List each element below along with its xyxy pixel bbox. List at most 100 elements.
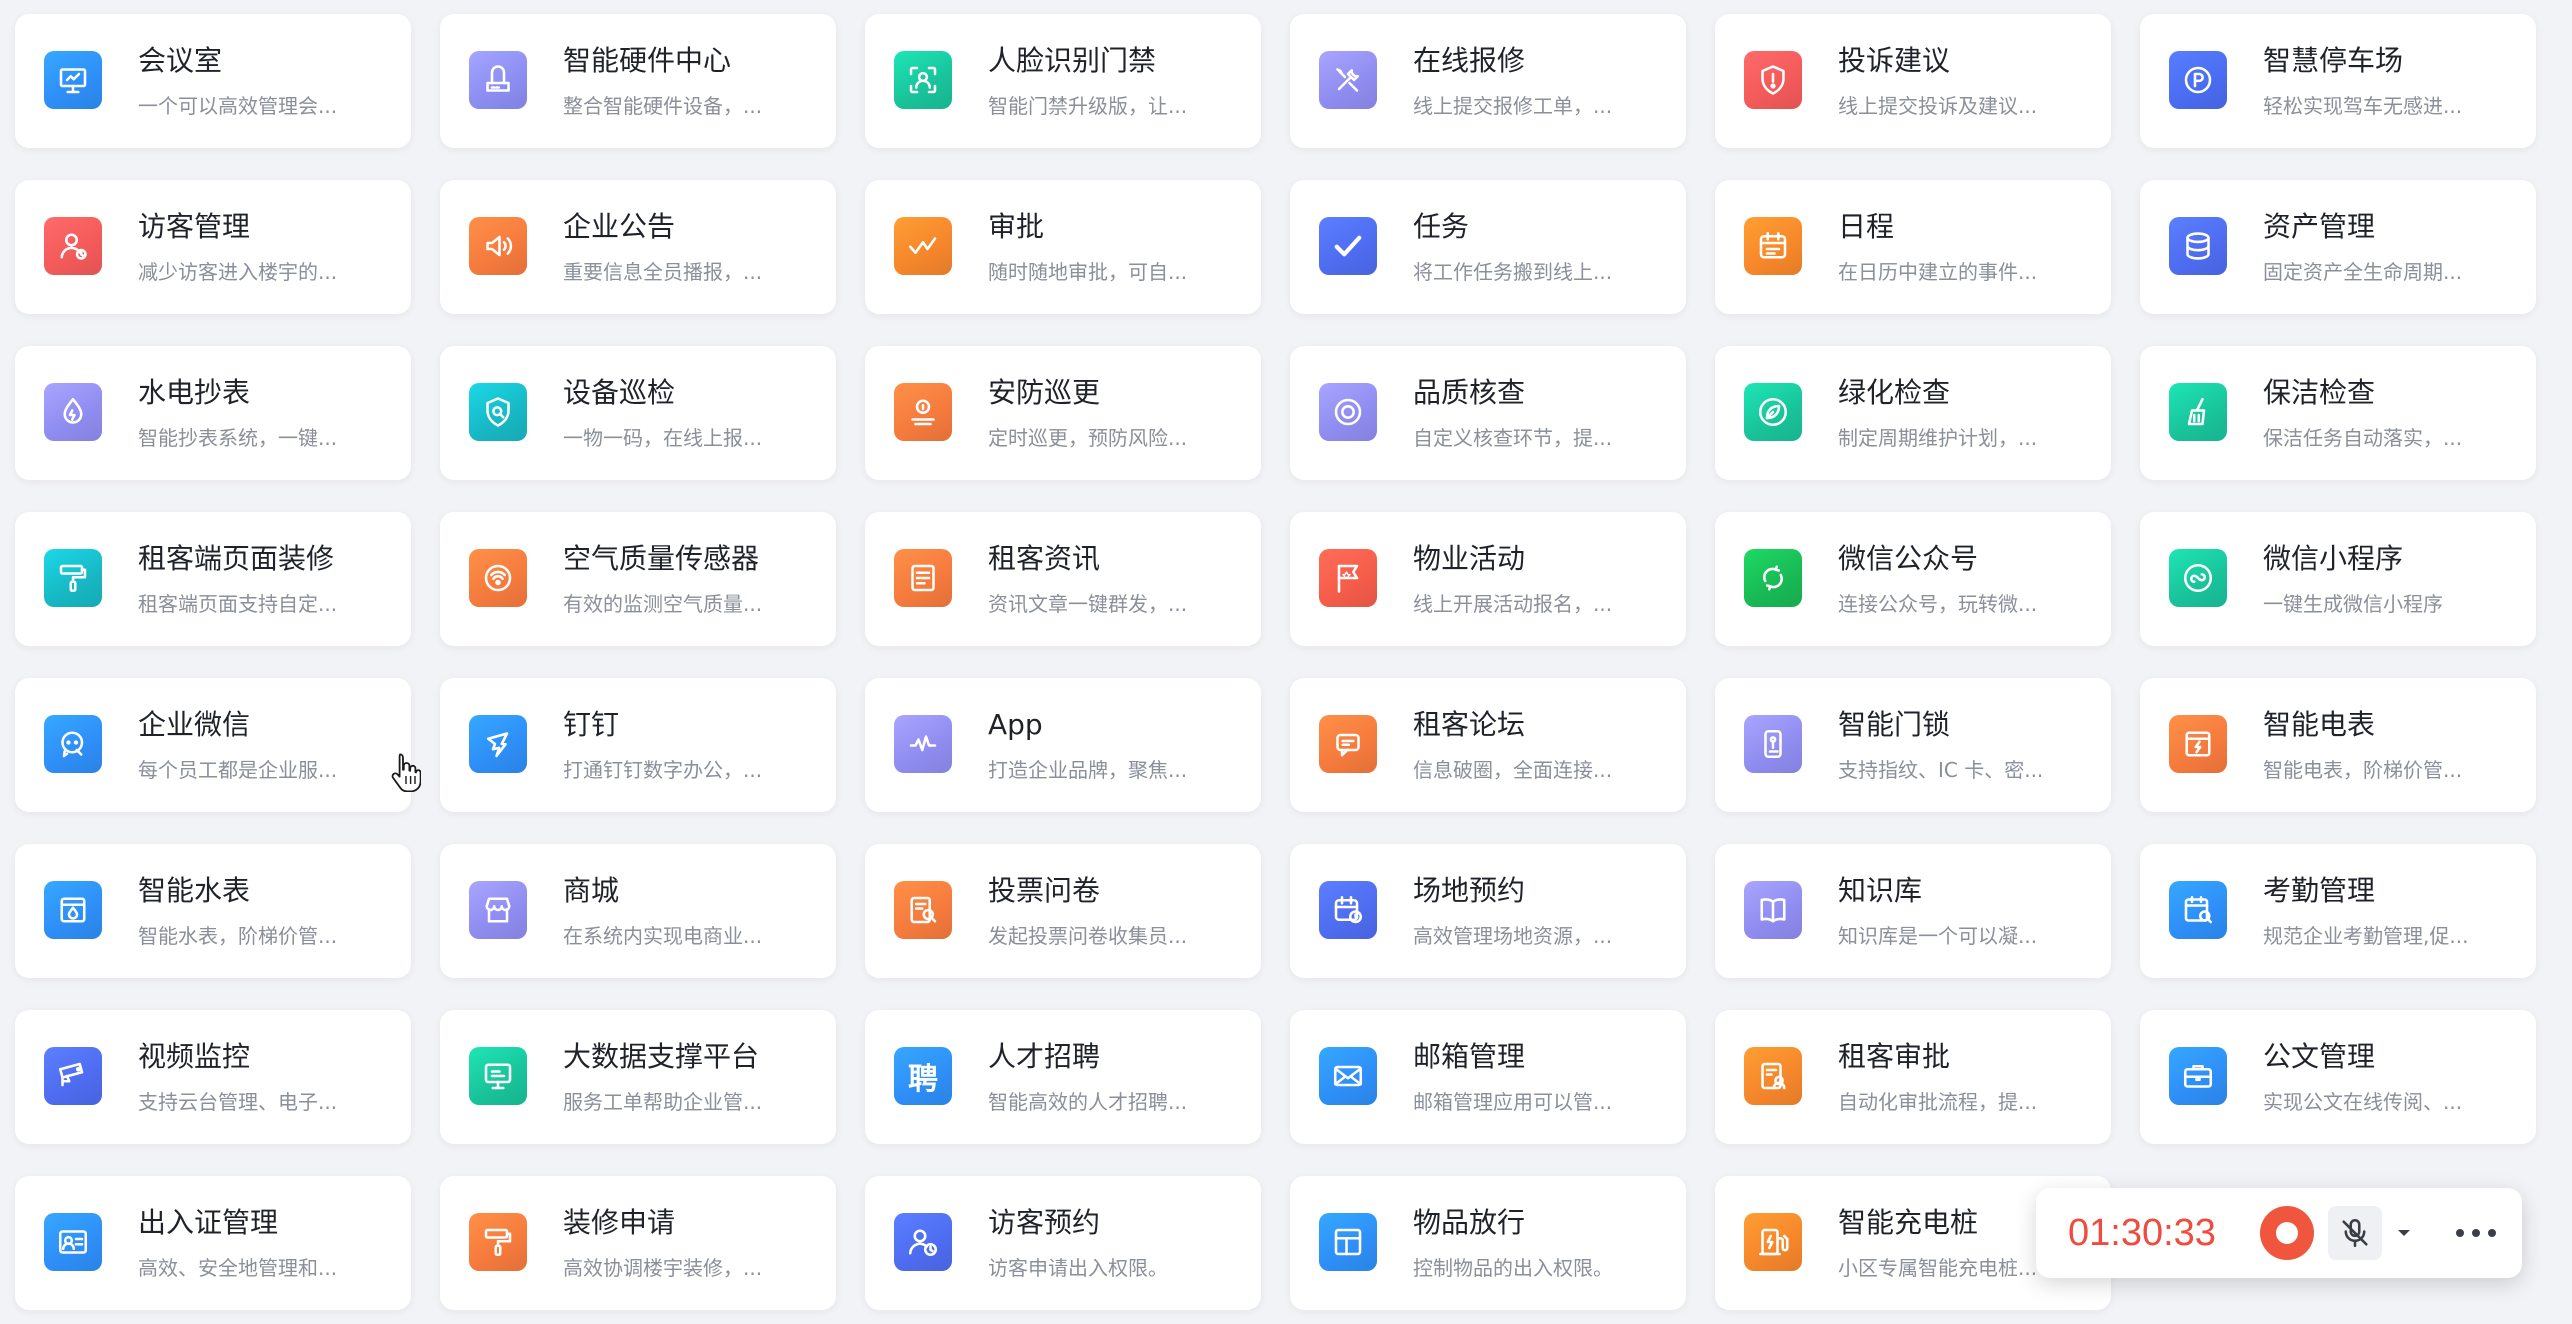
recording-timer: 01:30:33 [2068,1212,2216,1254]
app-title: 访客管理 [138,210,251,243]
app-title: 空气质量传感器 [563,542,760,575]
app-card[interactable]: 会议室 一个可以高效管理会... [15,14,411,148]
app-card[interactable]: App 打造企业品牌，聚焦... [865,678,1261,812]
more-options-button[interactable] [2446,1212,2506,1254]
app-card[interactable]: 企业微信 每个员工都是企业服... [15,678,411,812]
broom-icon [2169,383,2227,441]
calendar-icon [1744,217,1802,275]
app-title: 大数据支撑平台 [563,1040,760,1073]
app-card[interactable]: 绿化检查 制定周期维护计划，... [1715,346,2111,480]
app-card[interactable]: 公文管理 实现公文在线传阅、... [2140,1010,2536,1144]
app-card[interactable]: 企业公告 重要信息全员播报，... [440,180,836,314]
app-title: 微信公众号 [1838,542,1979,575]
app-description: 整合智能硬件设备，... [563,94,763,118]
app-title: 租客论坛 [1413,708,1526,741]
app-title: 智能电表 [2263,708,2376,741]
app-title: 安防巡更 [988,376,1101,409]
app-card[interactable]: 大数据支撑平台 服务工单帮助企业管... [440,1010,836,1144]
app-title: 智能水表 [138,874,251,907]
visitor-icon [44,217,102,275]
app-card[interactable]: 智能水表 智能水表，阶梯价管... [15,844,411,978]
app-card[interactable]: 微信公众号 连接公众号，玩转微... [1715,512,2111,646]
app-card[interactable]: 审批 随时随地审批，可自... [865,180,1261,314]
app-title: 邮箱管理 [1413,1040,1526,1073]
app-card[interactable]: 设备巡检 一物一码，在线上报... [440,346,836,480]
app-card[interactable]: 访客预约 访客申请出入权限。 [865,1176,1261,1310]
app-card[interactable]: 空气质量传感器 有效的监测空气质量... [440,512,836,646]
app-card[interactable]: 智能电表 智能电表，阶梯价管... [2140,678,2536,812]
microphone-options-dropdown[interactable] [2386,1212,2422,1254]
app-card[interactable]: 资产管理 固定资产全生命周期... [2140,180,2536,314]
charging-pile-icon [1744,1213,1802,1271]
microphone-toggle-button[interactable] [2328,1206,2382,1260]
app-card[interactable]: 微信小程序 一键生成微信小程序 [2140,512,2536,646]
hand-pointer-icon [391,753,421,792]
app-title: 出入证管理 [138,1206,279,1239]
app-title: App [988,708,1043,741]
app-card[interactable]: 租客审批 自动化审批流程，提... [1715,1010,2111,1144]
wechat-official-icon [1744,549,1802,607]
app-description: 定时巡更，预防风险... [988,426,1188,450]
app-card[interactable]: 水电抄表 智能抄表系统，一键... [15,346,411,480]
app-description: 智能高效的人才招聘... [988,1090,1188,1114]
app-card[interactable]: 任务 将工作任务搬到线上... [1290,180,1686,314]
app-card[interactable]: 投票问卷 发起投票问卷收集员... [865,844,1261,978]
app-title: 品质核查 [1413,376,1526,409]
app-description: 支持指纹、IC 卡、密... [1838,758,2044,782]
app-title: 钉钉 [563,708,620,741]
app-description: 打造企业品牌，聚焦... [988,758,1188,782]
app-description: 制定周期维护计划，... [1838,426,2038,450]
stop-recording-button[interactable] [2260,1206,2314,1260]
paint-roller-icon [44,549,102,607]
presentation-board-icon [44,51,102,109]
app-card[interactable]: 安防巡更 定时巡更，预防风险... [865,346,1261,480]
app-card[interactable]: 出入证管理 高效、安全地管理和... [15,1176,411,1310]
app-card[interactable]: 物业活动 线上开展活动报名，... [1290,512,1686,646]
app-card[interactable]: 考勤管理 规范企业考勤管理,促... [2140,844,2536,978]
app-title: 绿化检查 [1838,376,1951,409]
app-card[interactable]: 访客管理 减少访客进入楼宇的... [15,180,411,314]
app-card[interactable]: 租客论坛 信息破圈，全面连接... [1290,678,1686,812]
app-card[interactable]: 装修申请 高效协调楼宇装修，... [440,1176,836,1310]
survey-icon [894,881,952,939]
app-description: 减少访客进入楼宇的... [138,260,338,284]
app-card[interactable]: 租客端页面装修 租客端页面支持自定... [15,512,411,646]
app-card[interactable]: 知识库 知识库是一个可以凝... [1715,844,2111,978]
chevron-down-icon [2398,1230,2410,1236]
app-card[interactable]: 场地预约 高效管理场地资源，... [1290,844,1686,978]
air-sensor-icon [469,549,527,607]
app-description: 智能门禁升级版，让... [988,94,1188,118]
app-card[interactable]: 日程 在日历中建立的事件... [1715,180,2111,314]
app-card[interactable]: 租客资讯 资讯文章一键群发，... [865,512,1261,646]
app-title: 公文管理 [2263,1040,2376,1073]
app-title: 投票问卷 [988,874,1101,907]
app-grid: 会议室 一个可以高效管理会... 智能硬件中心 整合智能硬件设备，... 人脸识… [15,14,2536,1310]
app-card[interactable]: 投诉建议 线上提交投诉及建议... [1715,14,2111,148]
water-meter-icon [44,881,102,939]
app-card[interactable]: 智能硬件中心 整合智能硬件设备，... [440,14,836,148]
flag-icon [1319,549,1377,607]
app-card[interactable]: 保洁检查 保洁任务自动落实，... [2140,346,2536,480]
app-title: 企业微信 [138,708,251,741]
recruit-glyph: 聘 [908,1062,938,1097]
app-title: 日程 [1838,210,1895,243]
app-card[interactable]: 商城 在系统内实现电商业... [440,844,836,978]
app-description: 智能水表，阶梯价管... [138,924,338,948]
app-description: 打通钉钉数字办公，... [563,758,763,782]
app-description: 知识库是一个可以凝... [1838,924,2038,948]
app-card[interactable]: 智能门锁 支持指纹、IC 卡、密... [1715,678,2111,812]
app-title: 任务 [1413,210,1470,243]
app-description: 规范企业考勤管理,促... [2263,924,2469,948]
app-card[interactable]: 人脸识别门禁 智能门禁升级版，让... [865,14,1261,148]
app-card[interactable]: 视频监控 支持云台管理、电子... [15,1010,411,1144]
guard-patrol-icon [894,383,952,441]
app-card[interactable]: 邮箱管理 邮箱管理应用可以管... [1290,1010,1686,1144]
app-card[interactable]: 品质核查 自定义核查环节，提... [1290,346,1686,480]
app-card[interactable]: 物品放行 控制物品的出入权限。 [1290,1176,1686,1310]
app-card[interactable]: 在线报修 线上提交报修工单，... [1290,14,1686,148]
app-card[interactable]: 智慧停车场 轻松实现驾车无感进... [2140,14,2536,148]
app-card[interactable]: 钉钉 打通钉钉数字办公，... [440,678,836,812]
app-title: 物业活动 [1413,542,1526,575]
app-description: 将工作任务搬到线上... [1413,260,1613,284]
app-card[interactable]: 聘 人才招聘 智能高效的人才招聘... [865,1010,1261,1144]
